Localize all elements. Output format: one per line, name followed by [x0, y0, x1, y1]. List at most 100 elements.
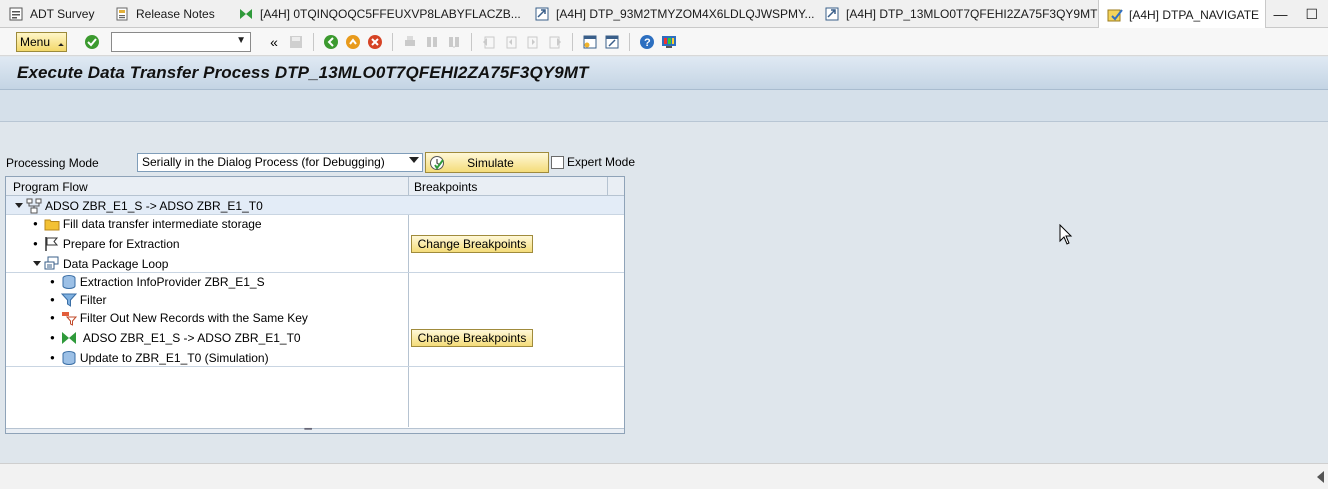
find-icon	[423, 33, 441, 51]
bullet-icon: ●	[50, 277, 55, 286]
tab-transformation[interactable]: [A4H] 0TQINQOQC5FFEUXVP8LABYFLACZB...	[230, 0, 526, 28]
tree-node-label: ADSO ZBR_E1_S -> ADSO ZBR_E1_T0	[82, 330, 301, 345]
expand-arrow-icon[interactable]	[33, 261, 41, 266]
back-icon[interactable]	[322, 33, 340, 51]
tab-dtpa-navigate[interactable]: [A4H] DTPA_NAVIGATE ✕	[1098, 0, 1266, 29]
database-icon	[61, 274, 77, 290]
change-breakpoints-button[interactable]: Change Breakpoints	[411, 329, 533, 347]
row-divider	[6, 366, 624, 367]
customize-layout-icon[interactable]	[660, 33, 678, 51]
filter-key-icon	[61, 310, 77, 326]
tab-strip: ADT Survey Release Notes [A4H] 0TQINQOQC…	[0, 0, 1328, 29]
tree-node-filter[interactable]: ● Filter	[6, 290, 624, 309]
last-page-icon	[546, 33, 564, 51]
expert-mode-label: Expert Mode	[567, 155, 636, 169]
tree-resize-bar[interactable]	[6, 428, 624, 433]
tab-dtp-93m2[interactable]: [A4H] DTP_93M2TMYZOM4X6LDLQJWSPMY...	[526, 0, 816, 28]
previous-page-icon	[502, 33, 520, 51]
tab-dtp-13mlo[interactable]: [A4H] DTP_13MLO0T7QFEHI2ZA75F3QY9MT	[816, 0, 1098, 28]
tree-node-label: Extraction InfoProvider ZBR_E1_S	[79, 274, 265, 289]
first-page-icon	[480, 33, 498, 51]
chevron-down-icon	[409, 157, 419, 163]
svg-text:?: ?	[644, 37, 651, 49]
notes-icon	[114, 6, 130, 22]
program-flow-tree: Program Flow Breakpoints ADSO ZBR_E1_S -…	[5, 176, 625, 434]
navigate-icon	[1107, 7, 1123, 23]
flag-icon	[44, 236, 60, 252]
tree-node-label: Filter Out New Records with the Same Key	[79, 310, 308, 325]
tab-label: [A4H] DTPA_NAVIGATE	[1129, 7, 1260, 22]
toolbar-separator	[629, 32, 630, 51]
processing-mode-value: Serially in the Dialog Process (for Debu…	[142, 155, 385, 169]
exit-icon[interactable]	[344, 33, 362, 51]
tab-label: ADT Survey	[30, 7, 95, 21]
next-page-icon	[524, 33, 542, 51]
toolbar-separator	[313, 32, 314, 51]
simulate-label: Simulate	[467, 155, 514, 170]
tree-node-label: Fill data transfer intermediate storage	[62, 216, 262, 231]
status-bar	[0, 463, 1328, 489]
tab-label: [A4H] 0TQINQOQC5FFEUXVP8LABYFLACZB...	[260, 7, 521, 21]
minimize-icon[interactable]: —	[1273, 6, 1287, 22]
checkbox[interactable]	[551, 155, 564, 169]
tab-adt-survey[interactable]: ADT Survey	[0, 0, 106, 28]
loop-icon	[44, 256, 60, 272]
dtp-icon	[824, 6, 840, 22]
simulate-button[interactable]: Simulate	[425, 152, 549, 173]
expert-mode-checkbox[interactable]: Expert Mode	[551, 155, 635, 169]
tree-header: Program Flow Breakpoints	[6, 177, 624, 196]
tree-node-filter-new-records[interactable]: ● Filter Out New Records with the Same K…	[6, 308, 624, 327]
print-icon	[401, 33, 419, 51]
toolbar-separator	[471, 32, 472, 51]
command-field[interactable]	[111, 31, 251, 52]
change-breakpoints-button[interactable]: Change Breakpoints	[411, 235, 533, 253]
toolbar: Menu « ?	[0, 28, 1328, 56]
create-session-icon[interactable]	[581, 33, 599, 51]
adt-icon	[8, 6, 24, 22]
tree-node-label: ADSO ZBR_E1_S -> ADSO ZBR_E1_T0	[45, 198, 263, 213]
help-icon[interactable]: ?	[638, 33, 656, 51]
resize-grip-icon[interactable]: ▪▪▪▪▪	[304, 426, 312, 433]
tab-label: Release Notes	[136, 7, 215, 21]
menu-button[interactable]: Menu	[16, 31, 67, 52]
page-title: Execute Data Transfer Process DTP_13MLO0…	[17, 63, 589, 82]
tree-node-label: Data Package Loop	[63, 256, 169, 271]
bullet-icon: ●	[33, 239, 38, 248]
column-header-breakpoints[interactable]: Breakpoints	[414, 180, 477, 194]
status-expand-icon[interactable]	[1317, 471, 1324, 483]
bullet-icon: ●	[50, 295, 55, 304]
tree-node-fill-storage[interactable]: ● Fill data transfer intermediate storag…	[6, 214, 624, 233]
collapse-toolbar-icon[interactable]: «	[265, 33, 283, 51]
dtp-icon	[534, 6, 550, 22]
column-divider	[607, 177, 608, 196]
cancel-icon[interactable]	[366, 33, 384, 51]
toolbar-separator	[572, 32, 573, 51]
bullet-icon: ●	[50, 333, 55, 342]
expand-arrow-icon[interactable]	[15, 203, 23, 208]
tree-node-root[interactable]: ADSO ZBR_E1_S -> ADSO ZBR_E1_T0	[6, 196, 624, 215]
filter-icon	[60, 292, 77, 308]
mouse-cursor-icon	[1059, 224, 1073, 245]
tree-node-extraction[interactable]: ● Extraction InfoProvider ZBR_E1_S	[6, 272, 624, 291]
database-icon	[61, 350, 77, 366]
simulate-icon	[429, 155, 445, 171]
bullet-icon: ●	[50, 353, 55, 362]
enter-icon[interactable]	[83, 33, 101, 51]
dataflow-icon	[26, 198, 42, 214]
processing-mode-dropdown[interactable]: Serially in the Dialog Process (for Debu…	[137, 153, 423, 172]
bullet-icon: ●	[33, 219, 38, 228]
tab-release-notes[interactable]: Release Notes	[106, 0, 230, 28]
tree-node-label: Prepare for Extraction	[62, 236, 180, 251]
transformation-icon	[238, 6, 254, 22]
shortcut-icon[interactable]	[603, 33, 621, 51]
tree-node-label: Update to ZBR_E1_T0 (Simulation)	[79, 350, 269, 365]
menu-label: Menu	[20, 34, 51, 49]
folder-icon	[44, 216, 60, 232]
bullet-icon: ●	[50, 313, 55, 322]
maximize-icon[interactable]: ☐	[1305, 6, 1318, 23]
tree-node-data-package-loop[interactable]: Data Package Loop	[6, 254, 624, 273]
processing-mode-label: Processing Mode	[6, 156, 99, 170]
column-header-program-flow[interactable]: Program Flow	[13, 180, 88, 194]
tree-node-update[interactable]: ● Update to ZBR_E1_T0 (Simulation)	[6, 348, 624, 367]
tree-node-label: Filter	[79, 292, 107, 307]
